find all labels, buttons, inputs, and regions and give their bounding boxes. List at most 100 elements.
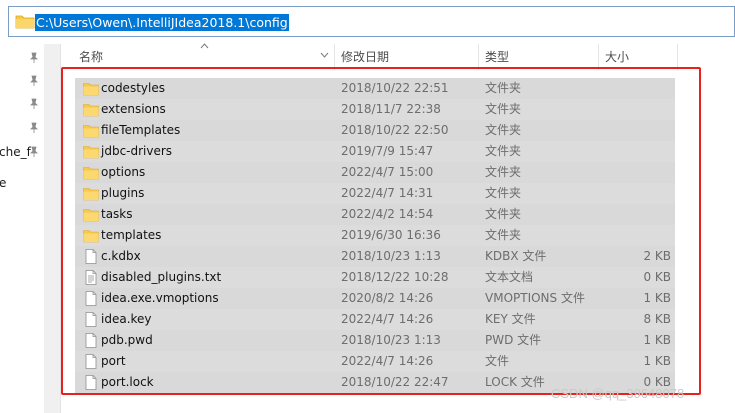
file-row[interactable]: fileTemplates 2018/10/22 22:50 文件夹	[75, 120, 675, 141]
nav-item-truncated[interactable]: e	[0, 176, 6, 190]
file-date: 2018/11/7 22:38	[341, 102, 441, 116]
column-divider[interactable]	[478, 44, 479, 70]
file-type: KDBX 文件	[485, 249, 547, 263]
sort-up-icon	[200, 43, 209, 49]
file-size: 1 KB	[643, 291, 671, 305]
file-size: 1 KB	[643, 333, 671, 347]
file-name: codestyles	[101, 81, 165, 95]
file-date: 2022/4/7 14:26	[341, 312, 434, 326]
file-date: 2022/4/7 14:31	[341, 186, 434, 200]
folder-icon	[83, 167, 99, 180]
navigation-pane: che_f e	[0, 44, 44, 413]
column-header: 名称 修改日期 类型 大小	[61, 43, 735, 70]
file-date: 2022/4/7 14:26	[341, 354, 434, 368]
file-icon	[85, 375, 97, 390]
file-icon	[85, 354, 97, 369]
file-row[interactable]: extensions 2018/11/7 22:38 文件夹	[75, 99, 675, 120]
file-row[interactable]: codestyles 2018/10/22 22:51 文件夹	[75, 78, 675, 99]
column-divider[interactable]	[334, 44, 335, 70]
folder-icon	[83, 83, 99, 96]
address-path[interactable]: C:\Users\Owen\.IntelliJIdea2018.1\config	[35, 14, 289, 31]
file-name: port	[101, 354, 126, 368]
file-name: plugins	[101, 186, 145, 200]
address-input[interactable]: C:\Users\Owen\.IntelliJIdea2018.1\config	[8, 6, 735, 37]
file-type: 文本文档	[485, 270, 534, 284]
file-type: 文件夹	[485, 207, 522, 221]
file-date: 2018/10/23 1:13	[341, 249, 441, 263]
folder-icon	[83, 230, 99, 243]
file-date: 2022/4/7 15:00	[341, 165, 434, 179]
file-type: KEY 文件	[485, 312, 536, 326]
file-row[interactable]: port 2022/4/7 14:26 文件 1 KB	[75, 351, 675, 372]
file-type: 文件夹	[485, 123, 522, 137]
file-size: 8 KB	[643, 312, 671, 326]
file-date: 2018/10/22 22:50	[341, 123, 449, 137]
nav-item-truncated[interactable]: che_f	[0, 145, 31, 159]
column-divider[interactable]	[677, 44, 678, 70]
file-type: PWD 文件	[485, 333, 542, 347]
column-date[interactable]: 修改日期	[341, 44, 389, 70]
column-divider[interactable]	[598, 44, 599, 70]
column-size[interactable]: 大小	[605, 44, 629, 70]
folder-icon	[83, 188, 99, 201]
pin-icon[interactable]	[29, 98, 39, 110]
file-name: disabled_plugins.txt	[101, 270, 222, 284]
file-row[interactable]: pdb.pwd 2018/10/23 1:13 PWD 文件 1 KB	[75, 330, 675, 351]
file-name: jdbc-drivers	[101, 144, 173, 158]
file-type: VMOPTIONS 文件	[485, 291, 585, 305]
file-icon	[85, 291, 97, 306]
file-name: extensions	[101, 102, 166, 116]
file-row[interactable]: c.kdbx 2018/10/23 1:13 KDBX 文件 2 KB	[75, 246, 675, 267]
file-type: 文件夹	[485, 81, 522, 95]
file-name: pdb.pwd	[101, 333, 153, 347]
file-row[interactable]: templates 2019/6/30 16:36 文件夹	[75, 225, 675, 246]
file-date: 2018/10/23 1:13	[341, 333, 441, 347]
file-size: 0 KB	[643, 270, 671, 284]
column-type[interactable]: 类型	[485, 44, 509, 70]
address-bar: C:\Users\Owen\.IntelliJIdea2018.1\config	[0, 0, 735, 44]
file-row[interactable]: plugins 2022/4/7 14:31 文件夹	[75, 183, 675, 204]
pin-icon[interactable]	[29, 146, 39, 158]
file-row[interactable]: disabled_plugins.txt 2018/12/22 10:28 文本文档…	[75, 267, 675, 288]
file-name: port.lock	[101, 375, 154, 389]
file-date: 2022/4/2 14:54	[341, 207, 434, 221]
pin-icon[interactable]	[29, 52, 39, 64]
file-row[interactable]: options 2022/4/7 15:00 文件夹	[75, 162, 675, 183]
file-type: 文件夹	[485, 144, 522, 158]
nav-pane-scrollbar[interactable]	[44, 44, 61, 413]
file-size: 2 KB	[643, 249, 671, 263]
file-date: 2020/8/2 14:26	[341, 291, 434, 305]
watermark: CSDN @qq_39648078	[551, 386, 685, 401]
file-name: fileTemplates	[101, 123, 181, 137]
file-date: 2018/12/22 10:28	[341, 270, 449, 284]
chevron-down-icon[interactable]	[320, 52, 329, 58]
pin-icon[interactable]	[29, 122, 39, 134]
file-name: tasks	[101, 207, 133, 221]
file-row[interactable]: idea.key 2022/4/7 14:26 KEY 文件 8 KB	[75, 309, 675, 330]
folder-icon	[83, 209, 99, 222]
file-type: 文件夹	[485, 102, 522, 116]
folder-icon	[83, 104, 99, 117]
file-type: 文件夹	[485, 228, 522, 242]
file-name: idea.exe.vmoptions	[101, 291, 219, 305]
file-icon	[85, 333, 97, 348]
file-list: codestyles 2018/10/22 22:51 文件夹 extensions 2…	[75, 78, 675, 393]
file-row[interactable]: idea.exe.vmoptions 2020/8/2 14:26 VMOPTION…	[75, 288, 675, 309]
file-date: 2019/6/30 16:36	[341, 228, 441, 242]
file-name: options	[101, 165, 146, 179]
file-date: 2018/10/22 22:51	[341, 81, 449, 95]
file-row[interactable]: tasks 2022/4/2 14:54 文件夹	[75, 204, 675, 225]
file-name: templates	[101, 228, 162, 242]
file-date: 2018/10/22 22:47	[341, 375, 449, 389]
file-type: 文件	[485, 354, 510, 368]
file-icon	[85, 249, 97, 264]
folder-icon	[83, 125, 99, 138]
file-icon	[85, 312, 97, 327]
file-date: 2019/7/9 15:47	[341, 144, 434, 158]
pin-icon[interactable]	[29, 75, 39, 87]
file-row[interactable]: jdbc-drivers 2019/7/9 15:47 文件夹	[75, 141, 675, 162]
folder-icon	[83, 146, 99, 159]
text-file-icon	[85, 270, 97, 285]
file-name: idea.key	[101, 312, 152, 326]
column-name[interactable]: 名称	[79, 44, 103, 70]
